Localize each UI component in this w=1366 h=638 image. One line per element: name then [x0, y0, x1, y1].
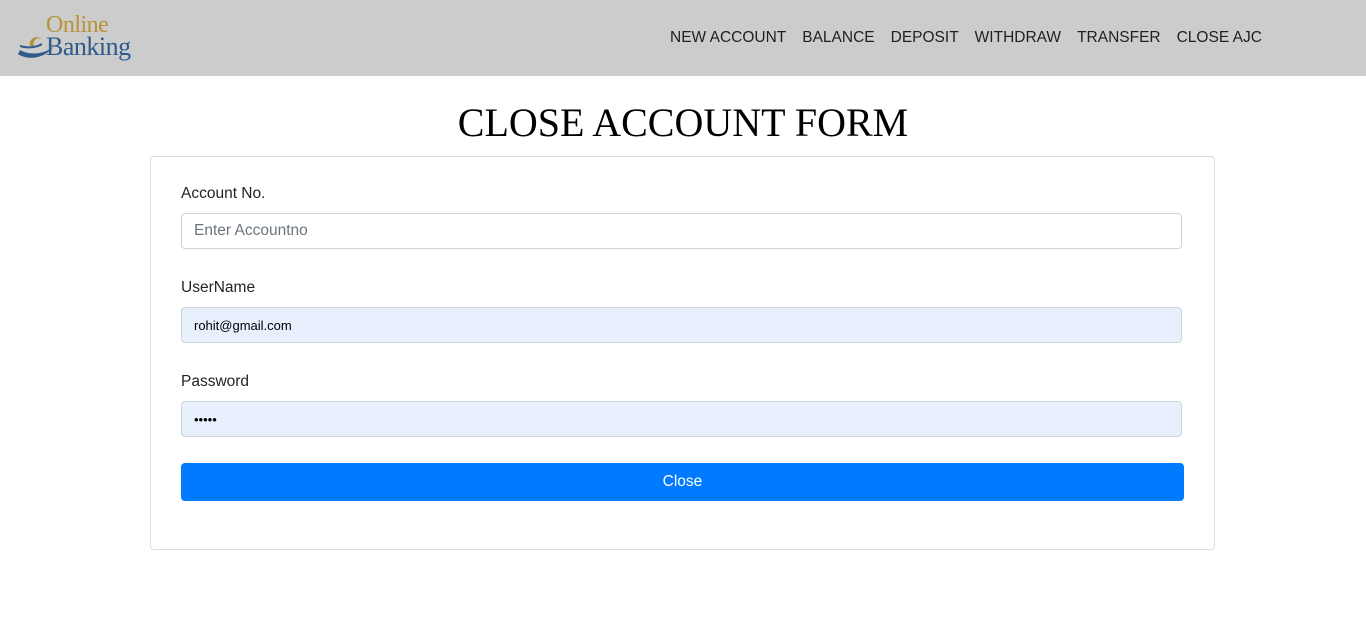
close-account-button[interactable]: Close — [181, 463, 1184, 501]
nav-menu: NEW ACCOUNT BALANCE DEPOSIT WITHDRAW TRA… — [662, 28, 1270, 48]
nav-deposit[interactable]: DEPOSIT — [883, 28, 967, 48]
navbar: Online Banking NEW ACCOUNT BALANCE DEPOS… — [0, 0, 1366, 76]
nav-transfer[interactable]: TRANSFER — [1069, 28, 1169, 48]
username-input[interactable] — [181, 307, 1182, 343]
nav-balance[interactable]: BALANCE — [794, 28, 882, 48]
close-account-form: Account No. UserName Password Close — [150, 156, 1215, 550]
logo-text-banking: Banking — [46, 32, 131, 61]
password-label: Password — [181, 373, 250, 390]
nav-new-account[interactable]: NEW ACCOUNT — [662, 28, 794, 48]
site-logo[interactable]: Online Banking — [16, 12, 156, 64]
nav-close-account[interactable]: CLOSE AJC — [1169, 28, 1270, 48]
account-no-input[interactable] — [181, 213, 1182, 249]
username-label: UserName — [181, 279, 256, 296]
page-title: CLOSE ACCOUNT FORM — [457, 100, 909, 145]
password-input[interactable] — [181, 401, 1182, 437]
nav-withdraw[interactable]: WITHDRAW — [967, 28, 1069, 48]
account-no-label: Account No. — [181, 185, 266, 202]
